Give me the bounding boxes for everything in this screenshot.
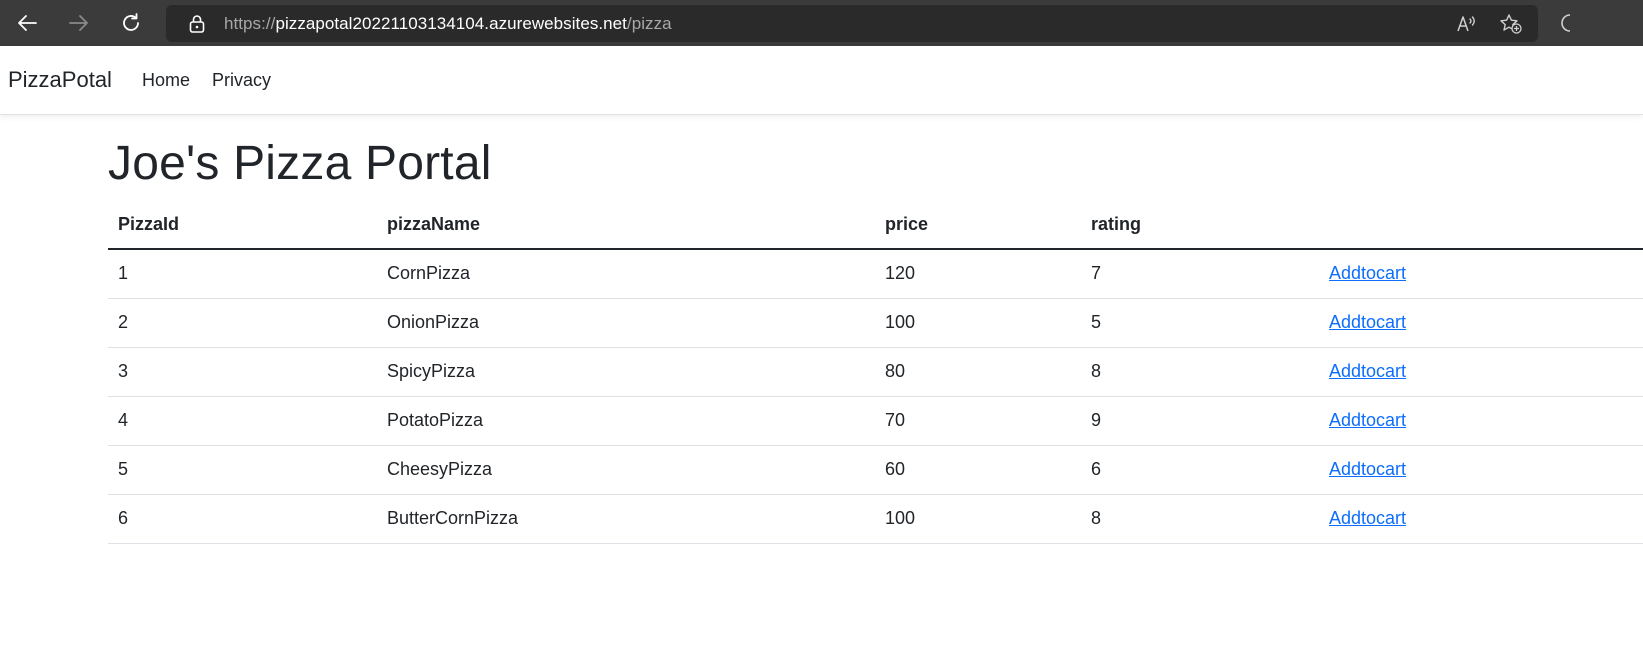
url-scheme: https:// [224,14,276,33]
header-action [1319,200,1643,250]
forward-arrow-icon [69,15,88,31]
cell-pizza-id: 1 [108,249,377,299]
cell-pizza-name: CornPizza [377,249,875,299]
cell-rating: 6 [1081,445,1319,495]
pizza-table: PizzaId pizzaName price rating 1 CornPiz… [108,200,1643,544]
table-row: 6 ButterCornPizza 100 8 Addtocart [108,494,1643,544]
add-to-cart-link[interactable]: Addtocart [1329,459,1406,479]
cell-rating: 9 [1081,396,1319,446]
cell-pizza-name: PotatoPizza [377,396,875,446]
cell-action: Addtocart [1319,347,1643,397]
add-to-cart-link[interactable]: Addtocart [1329,361,1406,381]
cell-action: Addtocart [1319,445,1643,495]
cell-rating: 7 [1081,249,1319,299]
nav-link-privacy[interactable]: Privacy [212,70,271,91]
add-to-cart-link[interactable]: Addtocart [1329,312,1406,332]
read-aloud-icon[interactable] [1456,13,1478,35]
cell-rating: 5 [1081,298,1319,348]
cell-action: Addtocart [1319,494,1643,544]
nav-link-home[interactable]: Home [142,70,190,91]
cell-price: 80 [875,347,1081,397]
lock-icon[interactable] [188,14,206,34]
brand-link[interactable]: PizzaPotal [8,67,112,93]
cell-pizza-id: 3 [108,347,377,397]
back-arrow-icon [18,15,37,31]
extensions-icon[interactable] [1556,11,1570,35]
cell-pizza-id: 2 [108,298,377,348]
header-price: price [875,200,1081,250]
table-row: 3 SpicyPizza 80 8 Addtocart [108,347,1643,397]
cell-rating: 8 [1081,347,1319,397]
back-button[interactable] [10,6,44,40]
browser-toolbar: https://pizzapotal20221103134104.azurewe… [0,0,1643,46]
url-text[interactable]: https://pizzapotal20221103134104.azurewe… [224,14,672,34]
cell-pizza-id: 4 [108,396,377,446]
cell-price: 120 [875,249,1081,299]
page-title: Joe's Pizza Portal [108,137,492,190]
refresh-button[interactable] [114,6,148,40]
header-pizza-id: PizzaId [108,200,377,250]
table-row: 1 CornPizza 120 7 Addtocart [108,249,1643,299]
site-navbar: PizzaPotal Home Privacy [0,46,1643,115]
cell-pizza-id: 6 [108,494,377,544]
forward-button[interactable] [62,6,96,40]
add-favorite-icon[interactable] [1499,13,1523,35]
cell-action: Addtocart [1319,396,1643,446]
header-pizza-name: pizzaName [377,200,875,250]
add-to-cart-link[interactable]: Addtocart [1329,410,1406,430]
cell-price: 70 [875,396,1081,446]
cell-action: Addtocart [1319,298,1643,348]
cell-price: 100 [875,298,1081,348]
add-to-cart-link[interactable]: Addtocart [1329,508,1406,528]
cell-pizza-name: CheesyPizza [377,445,875,495]
table-row: 5 CheesyPizza 60 6 Addtocart [108,445,1643,495]
address-bar[interactable]: https://pizzapotal20221103134104.azurewe… [166,5,1538,42]
cell-pizza-name: ButterCornPizza [377,494,875,544]
cell-price: 100 [875,494,1081,544]
refresh-icon [123,13,139,31]
cell-price: 60 [875,445,1081,495]
url-path: /pizza [626,14,672,33]
table-header-row: PizzaId pizzaName price rating [108,200,1643,250]
cell-rating: 8 [1081,494,1319,544]
table-row: 4 PotatoPizza 70 9 Addtocart [108,396,1643,446]
cell-pizza-id: 5 [108,445,377,495]
cell-pizza-name: OnionPizza [377,298,875,348]
cell-action: Addtocart [1319,249,1643,299]
table-row: 2 OnionPizza 100 5 Addtocart [108,298,1643,348]
cell-pizza-name: SpicyPizza [377,347,875,397]
add-to-cart-link[interactable]: Addtocart [1329,263,1406,283]
url-host: pizzapotal20221103134104.azurewebsites.n… [275,14,627,33]
header-rating: rating [1081,200,1319,250]
